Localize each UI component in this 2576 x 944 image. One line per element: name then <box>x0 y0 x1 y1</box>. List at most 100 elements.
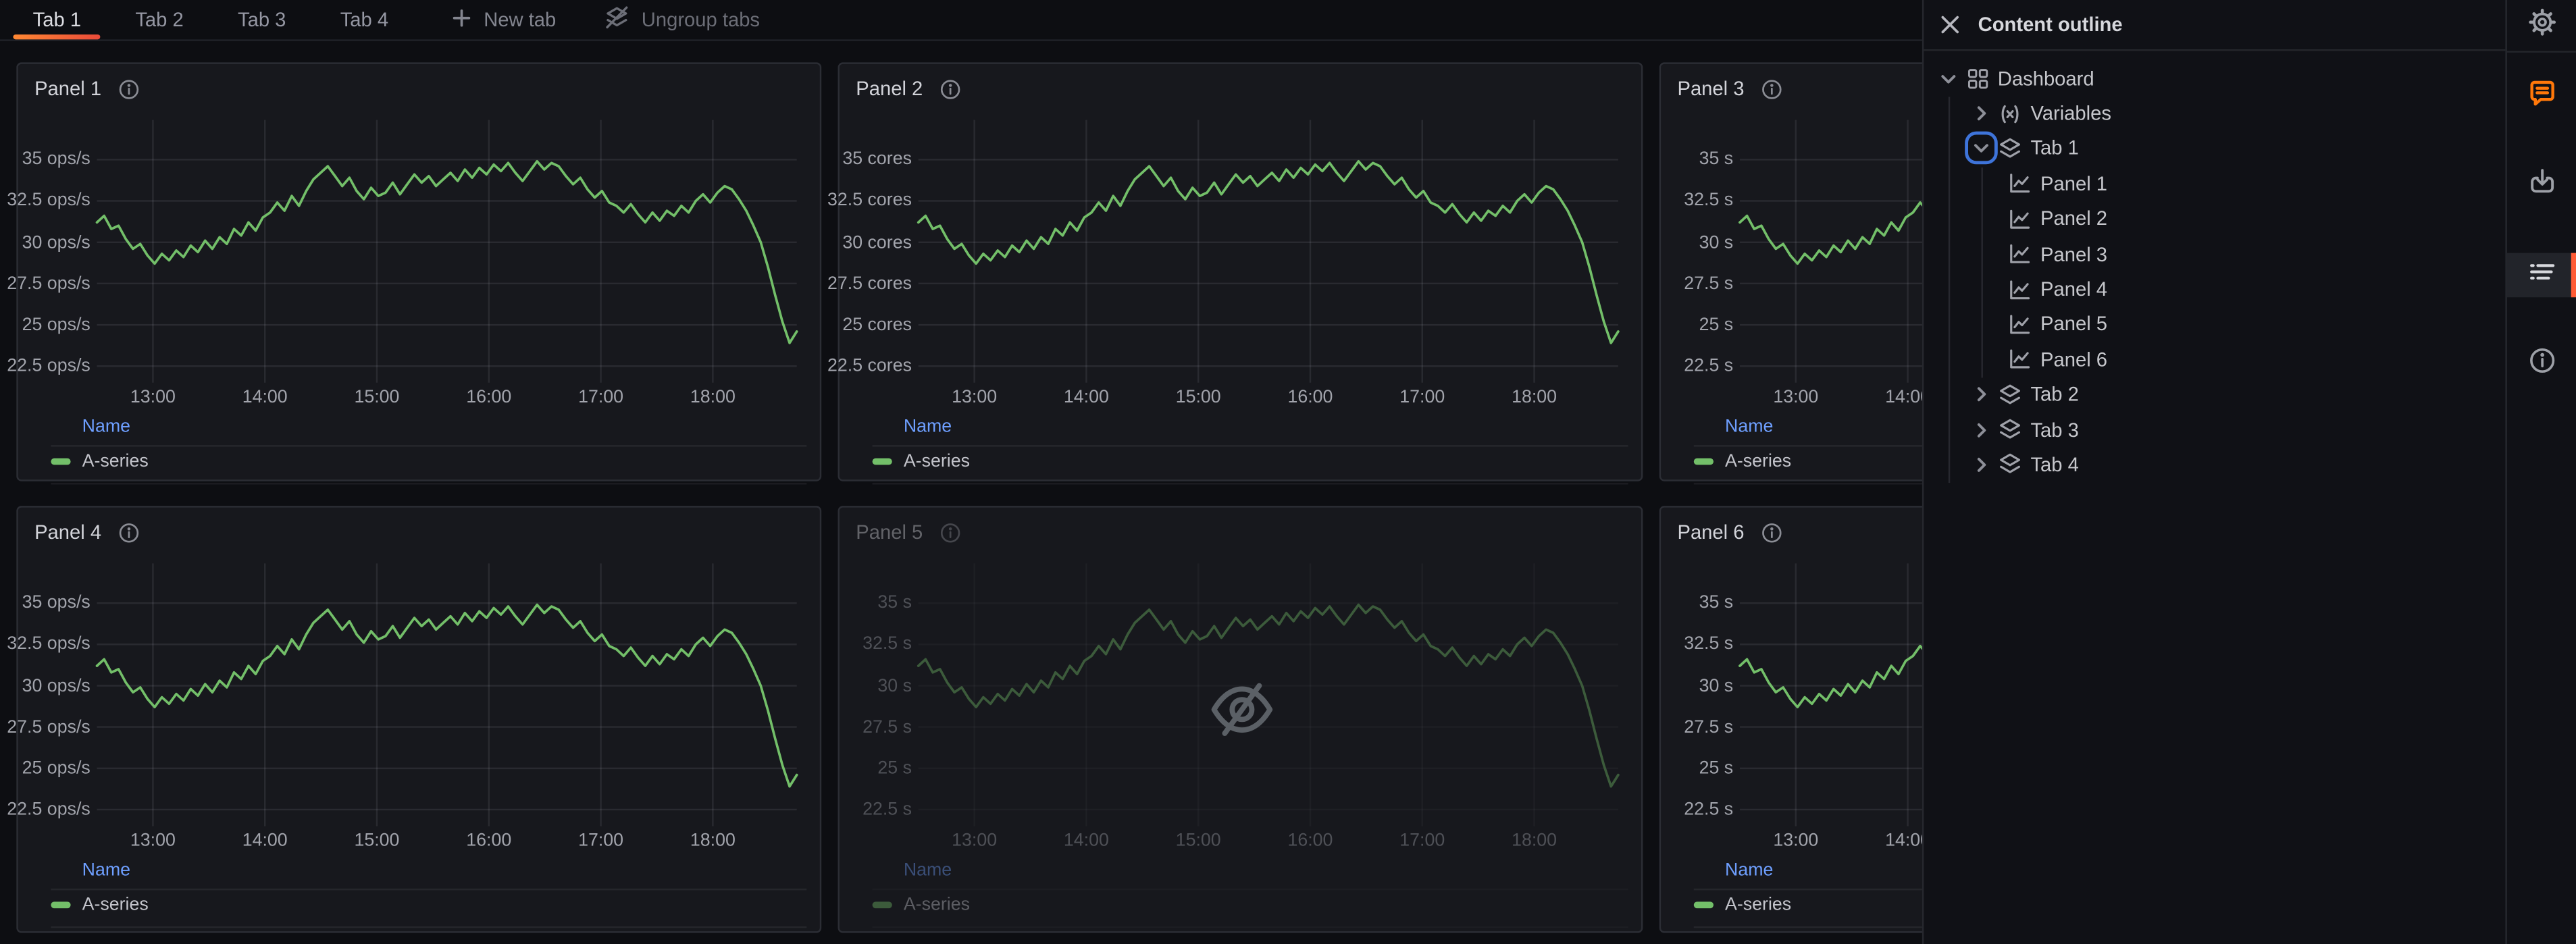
tab-tab-1[interactable]: Tab 1 <box>13 0 101 39</box>
chart-area[interactable]: 13:0014:0015:0016:0017:0018:00 <box>97 563 797 826</box>
panel-title[interactable]: Panel 2 <box>856 77 923 100</box>
y-axis: 35 s32.5 s30 s27.5 s25 s22.5 s <box>1677 563 1739 826</box>
x-tick-label: 16:00 <box>1287 831 1333 851</box>
chart-area[interactable]: 13:0014:0015:0016:0017:0018:00 <box>1740 563 1922 826</box>
legend-name-header[interactable]: Name <box>1725 861 1922 883</box>
outline-item-tab-3[interactable]: Tab 3 <box>1924 412 2505 447</box>
legend-name-header[interactable]: Name <box>82 417 807 439</box>
x-tick-label: 17:00 <box>1399 831 1445 851</box>
y-tick-label: 27.5 s <box>1684 717 1733 737</box>
dashboard-tab-bar: Tab 1 Tab 2 Tab 3 Tab 4 New tab Ungroup tab… <box>0 0 1922 41</box>
legend-name-header[interactable]: Name <box>904 861 1628 883</box>
outline-item-panel-6[interactable]: Panel 6 <box>1924 342 2505 377</box>
x-tick-label: 17:00 <box>1399 388 1445 407</box>
y-tick-label: 25 s <box>1699 315 1734 335</box>
panel-title[interactable]: Panel 4 <box>34 521 101 544</box>
chevron-right-icon[interactable] <box>1969 383 1992 406</box>
y-tick-label: 32.5 s <box>862 635 912 654</box>
y-axis: 35 cores32.5 cores30 cores27.5 cores25 c… <box>856 120 918 383</box>
ungroup-tabs-button[interactable]: Ungroup tabs <box>586 0 779 39</box>
chart-area[interactable]: 13:0014:0015:0016:0017:0018:00 <box>97 120 797 383</box>
y-tick-label: 35 s <box>1699 150 1734 169</box>
chart-icon <box>2007 207 2032 231</box>
legend-name-header[interactable]: Name <box>82 861 807 883</box>
legend-name-header[interactable]: Name <box>904 417 1628 439</box>
x-tick-label: 14:00 <box>242 831 288 851</box>
right-icon-rail <box>2505 0 2576 944</box>
y-axis: 35 s32.5 s30 s27.5 s25 s22.5 s <box>1677 120 1739 383</box>
outline-item-panel-5[interactable]: Panel 5 <box>1924 307 2505 342</box>
outline-item-tab-1[interactable]: Tab 1 <box>1924 131 2505 166</box>
series-line <box>1740 161 1922 343</box>
y-tick-label: 25 s <box>877 758 912 778</box>
info-icon[interactable] <box>1761 521 1782 543</box>
new-tab-button[interactable]: New tab <box>433 0 576 39</box>
legend-series-row[interactable]: A-series <box>51 447 806 477</box>
x-tick-label: 14:00 <box>1885 388 1922 407</box>
comments-button[interactable] <box>2507 69 2576 125</box>
y-tick-label: 25 ops/s <box>22 758 91 778</box>
chevron-right-icon[interactable] <box>1969 418 1992 441</box>
info-icon[interactable] <box>939 78 961 100</box>
download-icon <box>2527 167 2555 204</box>
outline-item-dashboard[interactable]: Dashboard <box>1924 61 2505 96</box>
info-icon[interactable] <box>1761 78 1782 100</box>
info-icon[interactable] <box>939 521 961 543</box>
outline-item-label: Tab 4 <box>2030 453 2078 476</box>
panel-title[interactable]: Panel 6 <box>1677 521 1744 544</box>
panel-title[interactable]: Panel 3 <box>1677 77 1744 100</box>
panel-5: Panel 535 s32.5 s30 s27.5 s25 s22.5 s13:… <box>838 506 1643 933</box>
panel-hidden-eye-slash-icon <box>1206 677 1278 750</box>
y-tick-label: 22.5 s <box>1684 799 1733 819</box>
info-icon[interactable] <box>118 78 139 100</box>
export-button[interactable] <box>2507 158 2576 214</box>
legend-name-header[interactable]: Name <box>1725 417 1922 439</box>
panel-2: Panel 2 35 cores32.5 cores30 cores27.5 co… <box>838 62 1643 481</box>
panel-title[interactable]: Panel 1 <box>34 77 101 100</box>
close-icon[interactable] <box>1940 15 1960 34</box>
tab-tab-3[interactable]: Tab 3 <box>218 0 306 39</box>
legend: Name A-series <box>1677 417 1922 485</box>
outline-item-tab-2[interactable]: Tab 2 <box>1924 377 2505 412</box>
legend-series-row[interactable]: A-series <box>1694 447 1922 477</box>
chart-area[interactable]: 13:0014:0015:0016:0017:0018:00 <box>1740 120 1922 383</box>
legend-series-row[interactable]: A-series <box>873 447 1628 477</box>
chevron-right-icon[interactable] <box>1969 453 1992 476</box>
x-tick-label: 16:00 <box>1287 388 1333 407</box>
panel-title[interactable]: Panel 5 <box>856 521 923 544</box>
outline-item-panel-3[interactable]: Panel 3 <box>1924 236 2505 271</box>
info-button[interactable] <box>2507 337 2576 393</box>
panel-1: Panel 135 ops/s32.5 ops/s30 ops/s27.5 op… <box>16 62 821 481</box>
outline-item-tab-4[interactable]: Tab 4 <box>1924 447 2505 482</box>
chevron-down-icon[interactable] <box>1937 67 1960 90</box>
legend-series-row[interactable]: A-series <box>1694 890 1922 920</box>
x-tick-label: 18:00 <box>690 831 736 851</box>
chart-icon <box>2007 172 2032 196</box>
settings-button[interactable] <box>2507 0 2576 51</box>
legend-series-row[interactable]: A-series <box>51 890 806 920</box>
tab-tab-2[interactable]: Tab 2 <box>115 0 203 39</box>
legend-series-row[interactable]: A-series <box>873 890 1628 920</box>
y-tick-label: 30 ops/s <box>22 232 91 252</box>
y-tick-label: 35 s <box>1699 594 1734 613</box>
chevron-down-icon[interactable] <box>1969 137 1992 160</box>
y-tick-label: 25 s <box>1699 758 1734 778</box>
x-axis: 13:0014:0015:0016:0017:0018:00 <box>919 383 1618 411</box>
layers-icon <box>1998 417 2022 442</box>
chart-area[interactable]: 13:0014:0015:0016:0017:0018:00 <box>919 120 1618 383</box>
series-color-swatch <box>1694 458 1714 465</box>
outline-item-panel-4[interactable]: Panel 4 <box>1924 271 2505 307</box>
outline-item-panel-1[interactable]: Panel 1 <box>1924 166 2505 201</box>
outline-item-variables[interactable]: Variables <box>1924 96 2505 131</box>
outline-item-panel-2[interactable]: Panel 2 <box>1924 201 2505 236</box>
series-color-swatch <box>1694 901 1714 908</box>
tab-tab-4[interactable]: Tab 4 <box>321 0 409 39</box>
y-tick-label: 32.5 cores <box>827 191 912 211</box>
legend-series-label: A-series <box>904 452 970 471</box>
panel-4: Panel 435 ops/s32.5 ops/s30 ops/s27.5 op… <box>16 506 821 933</box>
outline-item-label: Tab 2 <box>2030 383 2078 406</box>
y-tick-label: 22.5 ops/s <box>7 357 90 376</box>
info-icon[interactable] <box>118 521 139 543</box>
chevron-right-icon[interactable] <box>1969 102 1992 125</box>
content-outline-button[interactable] <box>2507 253 2576 298</box>
